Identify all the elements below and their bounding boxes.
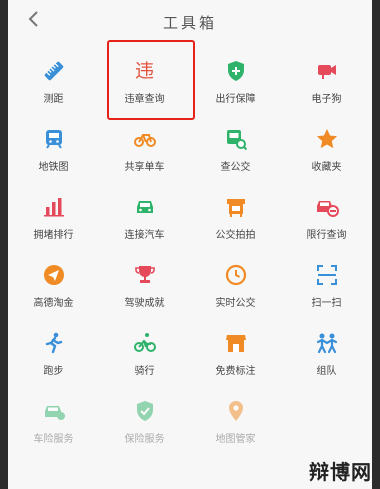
bicycle-icon [132, 126, 158, 152]
shield-icon [132, 398, 158, 424]
tool-driving-achievement[interactable]: 驾驶成就 [99, 246, 190, 314]
tool-connect-car[interactable]: 连接汽车 [99, 178, 190, 246]
tool-bus-search[interactable]: 查公交 [190, 110, 281, 178]
tool-insurance-service[interactable]: 保险服务 [99, 382, 190, 450]
tool-ceju[interactable]: 测距 [8, 42, 99, 110]
bar-chart-icon [41, 194, 67, 220]
tool-label: 扫一扫 [311, 298, 342, 309]
tool-label: 共享单车 [124, 162, 165, 173]
team-icon [314, 330, 340, 356]
camera-icon [314, 58, 340, 84]
tool-label: 跑步 [43, 366, 64, 377]
subway-icon [41, 126, 67, 152]
tool-label: 地图管家 [215, 434, 256, 445]
tool-label: 实时公交 [215, 298, 256, 309]
tool-realtime-bus[interactable]: 实时公交 [190, 246, 281, 314]
tool-row: 车险服务 保险服务 地图管家 [8, 382, 372, 450]
ruler-icon [41, 58, 67, 84]
tool-shared-bike[interactable]: 共享单车 [99, 110, 190, 178]
trophy-icon [132, 262, 158, 288]
tool-restriction-query[interactable]: 限行查询 [281, 178, 372, 246]
tool-label: 组队 [316, 366, 337, 377]
highlight-box [107, 40, 195, 120]
car-restricted-icon [314, 194, 340, 220]
tool-label: 高德淘金 [33, 298, 74, 309]
tool-row: 拥堵排行 连接汽车 公交拍拍 限行查询 [8, 178, 372, 246]
tool-map-manager[interactable]: 地图管家 [190, 382, 281, 450]
page-title: 工具箱 [162, 14, 217, 32]
tool-empty-slot [281, 382, 372, 450]
tool-label: 保险服务 [124, 434, 165, 445]
tool-label: 查公交 [220, 162, 251, 173]
tool-congestion-ranking[interactable]: 拥堵排行 [8, 178, 99, 246]
tool-label: 限行查询 [306, 230, 347, 241]
tool-scan[interactable]: 扫一扫 [281, 246, 372, 314]
toolbox-screen: 工具箱 测距 违 违章查询 出行保障 电子狗 地铁图 共享单车 查公交 收藏夹 … [8, 0, 372, 489]
runner-icon [41, 330, 67, 356]
tool-subway-map[interactable]: 地铁图 [8, 110, 99, 178]
tool-label: 免费标注 [215, 366, 256, 377]
tool-travel-protection[interactable]: 出行保障 [190, 42, 281, 110]
tool-label: 电子狗 [311, 94, 342, 105]
cyclist-icon [132, 330, 158, 356]
tool-cycling[interactable]: 骑行 [99, 314, 190, 382]
shield-plus-icon [223, 58, 249, 84]
shop-icon [223, 330, 249, 356]
tool-electronic-dog[interactable]: 电子狗 [281, 42, 372, 110]
tool-running[interactable]: 跑步 [8, 314, 99, 382]
tool-label: 地铁图 [38, 162, 69, 173]
tool-label: 骑行 [134, 366, 155, 377]
tool-row: 跑步 骑行 免费标注 组队 [8, 314, 372, 382]
tool-row: 高德淘金 驾驶成就 实时公交 扫一扫 [8, 246, 372, 314]
bus-search-icon [223, 126, 249, 152]
location-pin-icon [223, 398, 249, 424]
car-icon [132, 194, 158, 220]
tool-label: 连接汽车 [124, 230, 165, 241]
tool-label: 收藏夹 [311, 162, 342, 173]
clock-icon [223, 262, 249, 288]
tool-row: 地铁图 共享单车 查公交 收藏夹 [8, 110, 372, 178]
send-icon [41, 262, 67, 288]
tool-car-insurance[interactable]: 车险服务 [8, 382, 99, 450]
tool-free-marking[interactable]: 免费标注 [190, 314, 281, 382]
tool-label: 驾驶成就 [124, 298, 165, 309]
bus-stop-icon [223, 194, 249, 220]
header: 工具箱 [8, 0, 372, 44]
tool-label: 拥堵排行 [33, 230, 74, 241]
tool-label: 公交拍拍 [215, 230, 256, 241]
tool-label: 出行保障 [215, 94, 256, 105]
tool-bus-photo[interactable]: 公交拍拍 [190, 178, 281, 246]
car-insurance-icon [41, 398, 67, 424]
tool-gaode-gold[interactable]: 高德淘金 [8, 246, 99, 314]
watermark: 辩博网 [309, 460, 372, 484]
scan-icon [314, 262, 340, 288]
tool-favorites[interactable]: 收藏夹 [281, 110, 372, 178]
tool-label: 测距 [43, 94, 64, 105]
tool-team-up[interactable]: 组队 [281, 314, 372, 382]
tool-label: 车险服务 [33, 434, 74, 445]
star-icon [314, 126, 340, 152]
